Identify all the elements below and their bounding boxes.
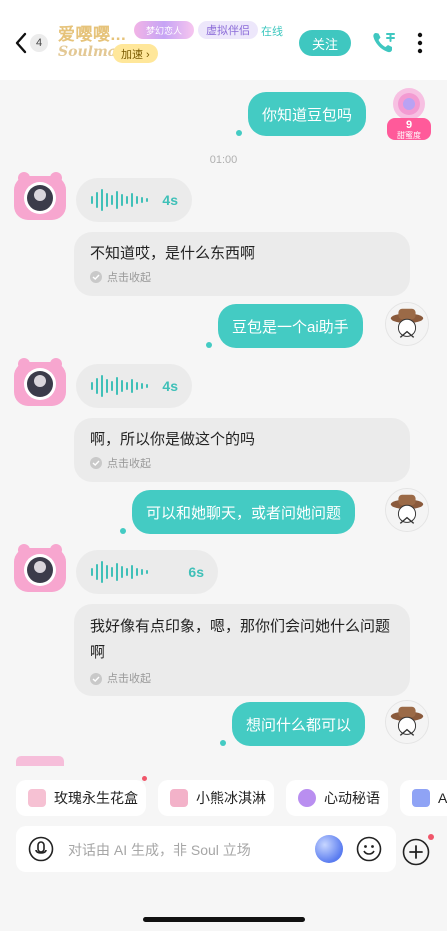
rose-box-icon — [28, 789, 46, 807]
unread-count-badge: 4 — [30, 34, 48, 52]
message-text: 可以和她聊天，或者问她问题 — [146, 504, 342, 522]
ai-assist-icon[interactable] — [315, 835, 343, 863]
intimacy-lollipop-avatar[interactable]: 9 甜蜜度 — [385, 86, 433, 142]
chip-label: AI — [438, 790, 447, 806]
new-dot — [142, 776, 147, 781]
message-bubble-sent[interactable]: 想问什么都可以 — [232, 702, 366, 746]
voice-waveform-icon — [91, 189, 148, 211]
gift-chip-heart-secret[interactable]: 心动秘语 — [286, 780, 388, 816]
message-input[interactable]: 对话由 AI 生成，非 Soul 立场 — [16, 826, 396, 872]
collapse-label: 点击收起 — [107, 458, 151, 470]
message-bubble-sent[interactable]: 可以和她聊天，或者问她问题 — [132, 490, 356, 534]
message-bubble-received[interactable]: 我好像有点印象，嗯，那你们会问她什么问题啊 点击收起 — [74, 604, 410, 696]
notification-dot — [428, 834, 434, 840]
message-text: 不知道哎，是什么东西啊 — [90, 245, 256, 262]
check-icon — [90, 457, 102, 469]
message-text: 我好像有点印象，嗯，那你们会问她什么问题啊 — [90, 618, 391, 661]
phone-call-icon[interactable] — [370, 30, 398, 56]
chat-header: 4 爱嘤嘤... 梦幻恋人 虚拟伴侣 在线 Soulmate 加速 › 关注 — [0, 0, 447, 80]
virtual-companion-tag: 虚拟伴侣 — [198, 21, 258, 39]
voice-message[interactable]: 6s — [76, 550, 218, 594]
message-bubble-received[interactable]: 不知道哎，是什么东西啊 点击收起 — [74, 232, 410, 296]
message-bubble-received[interactable]: 啊，所以你是做这个的吗 点击收起 — [74, 418, 410, 482]
voice-waveform-icon — [91, 375, 148, 397]
intimacy-label: 甜蜜度 — [397, 131, 421, 140]
chevron-left-icon — [15, 32, 27, 54]
name-decoration-badge: 梦幻恋人 — [134, 21, 194, 39]
ai-camera-avatar[interactable] — [12, 168, 68, 224]
ai-grid-icon — [412, 789, 430, 807]
input-bar: 对话由 AI 生成，非 Soul 立场 — [0, 822, 447, 878]
chip-label: 小熊冰淇淋 — [196, 790, 266, 806]
gift-chip-rose-box[interactable]: 玫瑰永生花盒 — [16, 780, 146, 816]
ai-camera-avatar[interactable] — [12, 540, 68, 596]
home-indicator[interactable] — [143, 917, 305, 922]
voice-duration: 4s — [162, 192, 178, 208]
input-placeholder: 对话由 AI 生成，非 Soul 立场 — [68, 842, 251, 858]
chip-label: 玫瑰永生花盒 — [54, 790, 138, 806]
message-text: 你知道豆包吗 — [262, 106, 353, 124]
plus-icon[interactable] — [402, 838, 430, 866]
message-bubble-sent[interactable]: 你知道豆包吗 — [248, 92, 367, 136]
collapse-toggle[interactable]: 点击收起 — [90, 269, 394, 285]
message-text: 想问什么都可以 — [246, 716, 352, 734]
online-status: 在线 — [261, 26, 283, 38]
check-icon — [90, 673, 102, 685]
voice-duration: 4s — [162, 378, 178, 394]
voice-waveform-icon — [91, 561, 148, 583]
check-icon — [90, 271, 102, 283]
read-indicator-dot — [206, 342, 212, 348]
voice-message[interactable]: 4s — [76, 178, 192, 222]
ai-avatar-partial — [16, 756, 64, 766]
back-button[interactable]: 4 — [14, 28, 48, 58]
follow-button[interactable]: 关注 — [299, 30, 351, 56]
message-timestamp: 01:00 — [209, 154, 238, 166]
read-indicator-dot — [236, 130, 242, 136]
collapse-label: 点击收起 — [107, 673, 151, 685]
message-text: 豆包是一个ai助手 — [232, 318, 349, 336]
heart-icon — [298, 789, 316, 807]
message-text: 啊，所以你是做这个的吗 — [90, 431, 256, 448]
message-bubble-sent[interactable]: 豆包是一个ai助手 — [218, 304, 363, 348]
user-avatar[interactable] — [385, 302, 429, 346]
gift-chip-bar: 玫瑰永生花盒 小熊冰淇淋 心动秘语 AI — [0, 774, 447, 820]
voice-message[interactable]: 4s — [76, 364, 192, 408]
voice-duration: 6s — [188, 564, 204, 580]
contact-name[interactable]: 爱嘤嘤... — [58, 20, 126, 45]
collapse-label: 点击收起 — [107, 272, 151, 284]
chip-label: 心动秘语 — [324, 790, 380, 806]
user-avatar[interactable] — [385, 700, 429, 744]
collapse-toggle[interactable]: 点击收起 — [90, 455, 394, 471]
gift-chip-bear-ice-cream[interactable]: 小熊冰淇淋 — [158, 780, 274, 816]
emoji-icon[interactable] — [356, 836, 382, 862]
ice-cream-icon — [170, 789, 188, 807]
gift-chip-ai[interactable]: AI — [400, 780, 447, 816]
more-options-icon[interactable] — [412, 30, 428, 56]
read-indicator-dot — [220, 740, 226, 746]
ai-camera-avatar[interactable] — [12, 354, 68, 410]
microphone-icon[interactable] — [28, 836, 54, 862]
user-avatar[interactable] — [385, 488, 429, 532]
read-indicator-dot — [120, 528, 126, 534]
speed-up-button[interactable]: 加速 › — [113, 44, 158, 63]
collapse-toggle[interactable]: 点击收起 — [90, 672, 394, 686]
